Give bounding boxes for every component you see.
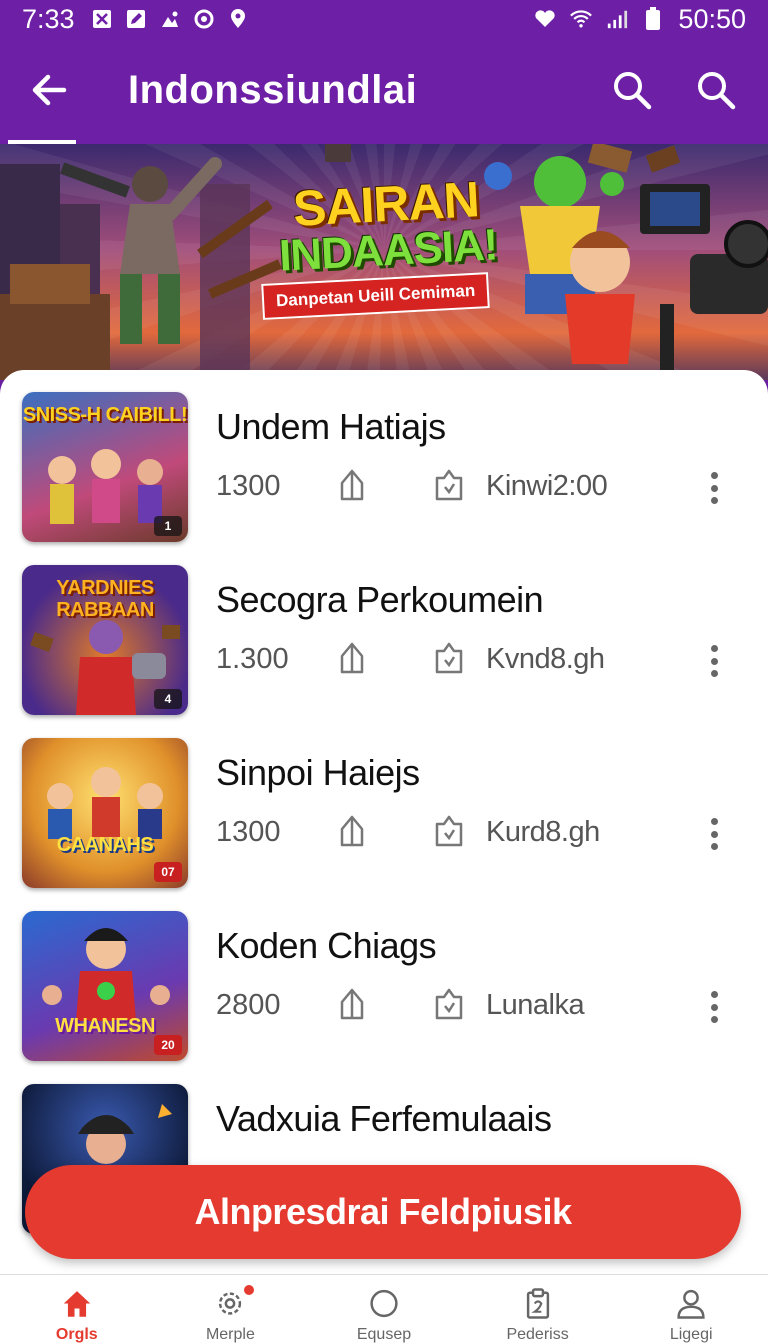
arrow-left-icon [32,74,67,106]
battery-icon [642,7,664,30]
nav-label: Orgls [55,1326,98,1343]
bottom-nav: Orgls Merple Equsep Pederiss Ligegi [0,1274,768,1344]
more-vert-icon[interactable] [700,643,728,679]
user-icon [677,1289,705,1319]
item-thumbnail: WHANESN 20 [22,911,188,1061]
favorite-icon[interactable] [432,987,466,1021]
thumbnail-title: CAANAHS [56,834,154,856]
item-count: 2800 [216,989,281,1021]
clipboard-icon [526,1288,549,1319]
share-icon[interactable] [336,641,368,675]
app-bar: Indonssiundlai [0,38,768,144]
item-count: 1.300 [216,643,289,675]
item-meta: Kinwi2:00 [486,470,608,502]
share-icon[interactable] [336,814,368,848]
status-time: 7:33 [22,3,75,34]
item-thumbnail: CAANAHS 07 [22,738,188,888]
favorite-icon[interactable] [432,814,466,848]
more-vert-icon[interactable] [700,470,728,506]
item-title: Secogra Perkoumein [216,579,544,620]
status-right-icons: 50:50 [534,4,746,35]
location-icon [227,8,249,30]
item-thumbnail: SNISS-H CAIBILL! 1 [22,392,188,542]
nav-item-settings[interactable]: Merple [154,1275,308,1344]
list-item[interactable]: CAANAHS 07 Sinpoi Haiejs 1300 Kurd8.gh [0,736,768,909]
circle-notification-icon [193,8,215,30]
thumbnail-badge: 1 [154,516,182,536]
list-item[interactable]: SNISS-H CAIBILL! 1 Undem Hatiajs 1300 Ki… [0,390,768,563]
share-icon[interactable] [336,987,368,1021]
nav-item-clipboard[interactable]: Pederiss [461,1275,615,1344]
thumbnail-title: YARDNIES RABBAAN [56,577,154,621]
item-count: 1300 [216,816,281,848]
thumbnail-badge: 4 [154,689,182,709]
thumbnail-badge: 20 [154,1035,182,1055]
favorite-icon[interactable] [432,641,466,675]
thumbnail-badge: 07 [154,862,182,882]
item-title: Sinpoi Haiejs [216,752,420,793]
status-clock: 50:50 [678,3,746,34]
item-thumbnail: YARDNIES RABBAAN 4 [22,565,188,715]
item-meta: Lunalka [486,989,585,1021]
thumbnail-title: SNISS-H CAIBILL! [22,404,188,426]
primary-cta-button[interactable]: Alnpresdrai Feldpiusik [25,1165,741,1259]
nav-item-profile[interactable]: Ligegi [614,1275,768,1344]
search-button-secondary[interactable] [694,68,738,112]
item-title: Vadxuia Ferfemulaais [216,1098,552,1139]
status-left-icons [91,8,249,30]
search-icon [614,72,652,110]
favorite-icon[interactable] [432,468,466,502]
image-icon [159,8,181,30]
nav-item-home[interactable]: Orgls [0,1275,154,1344]
item-count: 1300 [216,470,281,502]
close-box-icon [91,8,113,30]
heart-wifi-icon [534,8,556,30]
nav-item-explore[interactable]: Equsep [307,1275,461,1344]
more-vert-icon[interactable] [700,816,728,852]
edit-box-icon [125,8,147,30]
wifi-icon [570,8,593,30]
notification-dot [244,1285,255,1295]
nav-label: Ligegi [669,1326,713,1343]
search-button[interactable] [610,68,654,112]
status-bar: 7:33 50:50 [0,0,768,38]
item-meta: Kurd8.gh [486,816,600,848]
circle-icon [370,1289,398,1318]
more-vert-icon[interactable] [700,989,728,1025]
nav-label: Equsep [356,1326,412,1343]
banner-headline: SAIRAN INDAASIA! [260,171,515,280]
item-title: Undem Hatiajs [216,406,446,447]
signal-icon [606,8,628,30]
nav-label: Pederiss [506,1326,569,1343]
search-icon [698,72,736,110]
back-button[interactable] [28,68,72,112]
game-list: SNISS-H CAIBILL! 1 Undem Hatiajs 1300 Ki… [0,390,768,1255]
item-title: Koden Chiags [216,925,437,966]
item-meta: Kvnd8.gh [486,643,605,675]
list-item[interactable]: WHANESN 20 Koden Chiags 2800 Lunalka [0,909,768,1082]
promo-banner[interactable]: SAIRAN INDAASIA! Danpetan Ueill Cemiman [0,144,768,380]
share-icon[interactable] [336,468,368,502]
home-icon [63,1291,90,1317]
list-item[interactable]: YARDNIES RABBAAN 4 Secogra Perkoumein 1.… [0,563,768,736]
nav-label: Merple [205,1326,255,1343]
thumbnail-title: WHANESN [55,1015,155,1037]
page-title: Indonssiundlai [128,68,418,112]
